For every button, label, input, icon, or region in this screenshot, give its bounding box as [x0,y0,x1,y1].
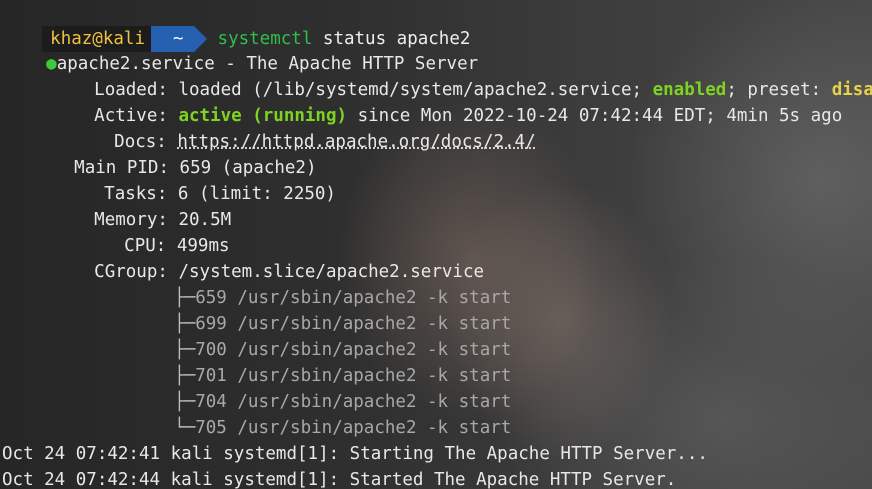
log-line: Oct 24 07:42:41 kali systemd[1]: Startin… [2,444,708,464]
log-line: Oct 24 07:42:44 kali systemd[1]: Started… [2,470,677,489]
process-row: ├─700 /usr/sbin/apache2 -k start [132,311,511,360]
process-row: └─705 /usr/sbin/apache2 -k start [132,389,511,438]
active-line: Active: active (running) since Mon 2022-… [52,77,842,126]
process-row: ├─699 /usr/sbin/apache2 -k start [132,285,511,334]
tree-branch-icon: └─ [174,418,196,438]
memory-line: Memory: 20.5M [52,181,231,230]
process-text: 705 /usr/sbin/apache2 -k start [195,418,512,438]
docs-line: Docs: https://httpd.apache.org/docs/2.4/ [72,103,535,152]
cgroup-line: CGroup: /system.slice/apache2.service [52,233,484,282]
prompt-line: khaz@kali ~ systemctl status apache2 [0,0,470,52]
service-header: ●apache2.service - The Apache HTTP Serve… [4,25,478,74]
cpu-line: CPU: 499ms [82,207,229,256]
pid-line: Main PID: 659 (apache2) [32,129,316,178]
loaded-line: Loaded: loaded (/lib/systemd/system/apac… [52,51,872,100]
tasks-line: Tasks: 6 (limit: 2250) [62,155,336,204]
process-row: ├─704 /usr/sbin/apache2 -k start [132,363,511,412]
process-row: ├─701 /usr/sbin/apache2 -k start [132,337,511,386]
terminal-window[interactable]: khaz@kali ~ systemctl status apache2 ●apac… [0,0,872,489]
process-row: ├─659 /usr/sbin/apache2 -k start [132,259,511,308]
